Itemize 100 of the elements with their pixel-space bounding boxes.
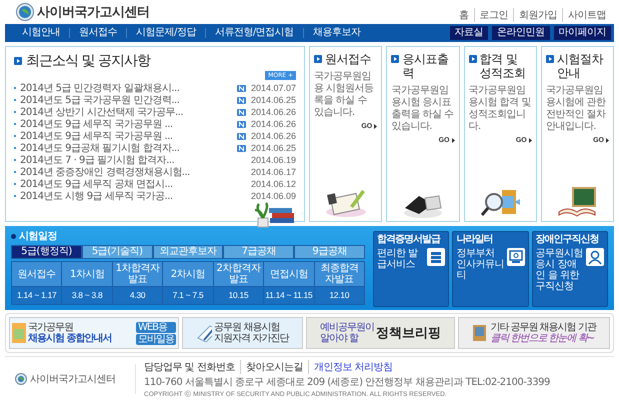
service-description: 정부부처 인사커뮤니티 (456, 248, 505, 281)
news-link[interactable]: 2014년도 9급 세무직 공채 면접시... (20, 177, 233, 191)
news-date: 2014.06.09 (250, 191, 296, 201)
news-date: 2014.06.25 (250, 143, 296, 153)
news-date: 2014.06.26 (250, 107, 296, 117)
top-link[interactable]: 회원가입 (513, 8, 562, 22)
service-card[interactable]: 나라일터 정부부처 인사커뮤니티 (452, 231, 529, 307)
footer-logo-text: 사이버국가고시센터 (30, 373, 116, 386)
banner[interactable]: 국가공무원 채용시험 종합안내서 WEB용 모바일용 (9, 317, 179, 349)
news-date: 2014.06.12 (250, 179, 296, 189)
table-cell: 1.14 ~ 1.17 (12, 286, 62, 304)
footer-address: 110-760 서울특별시 종로구 세종대로 209 (세종로) 안전행정부 채용관리과 TEL:02-2100-3399 (144, 376, 550, 388)
banner-subtext: 클릭 한번으로 한눈에 확~ (490, 333, 596, 344)
footer-link[interactable]: 찾아오시는길 (240, 360, 308, 374)
square-bullet-icon (468, 55, 476, 63)
banner-text: 공무원 채용시험 (214, 322, 280, 333)
table-cell: 10.15 (213, 286, 264, 304)
card-description: 국가공무원임용시험 응시표 출력을 하실 수 있습니다. (391, 85, 454, 133)
table-cell: 4.30 (112, 286, 163, 304)
top-link[interactable]: 로그인 (474, 8, 513, 22)
service-card[interactable]: 합격증명서발급 편리한 발급서비스 (373, 231, 450, 307)
bullet-icon (11, 234, 16, 238)
banner-text: 알아야 할 (320, 333, 360, 344)
column-header: 1차시험 (62, 262, 112, 286)
nav-item[interactable]: 채용후보자 (302, 28, 370, 38)
news-link[interactable]: 2014년도 7 · 9급 필기시험 합격자... (20, 153, 233, 167)
nav-item[interactable]: 시험안내 (13, 28, 69, 38)
table-cell: 11.14 ~ 11.15 (264, 286, 314, 304)
panel-title: 최근소식 및 공지사항 (26, 52, 150, 70)
news-link[interactable]: 2014년도 9급공채 필기시험 합격자... (20, 141, 233, 155)
banner-text: 지원자격 자가진단 (214, 333, 288, 344)
nav-button[interactable]: 온라인민원 (492, 26, 550, 40)
square-bullet-icon (546, 55, 554, 63)
booklet-drawing (12, 323, 26, 343)
picture-folder-drawing (472, 323, 488, 343)
card-title[interactable]: 합격 및 성적조회 (480, 52, 532, 80)
square-bullet-icon (14, 57, 22, 65)
table-cell: 7.1 ~ 7.5 (162, 286, 214, 304)
service-title: 합격증명서발급 (377, 234, 442, 246)
footer-link[interactable]: 담당업무 및 전화번호 (144, 360, 240, 374)
arrow-icon (528, 138, 532, 143)
arrow-icon (606, 138, 609, 143)
card-description: 국가공무원임용시험에 관한 전반적인 절차안내입니다. (546, 85, 607, 133)
nav-item[interactable]: 서류전형/면접시험 (204, 28, 303, 38)
news-link[interactable]: 2014년 중증장애인 경력경쟁채용시험... (20, 165, 233, 179)
book-stack-icon (427, 248, 446, 266)
square-bullet-icon (314, 55, 322, 63)
card-title[interactable]: 원서접수 (325, 52, 371, 66)
news-date: 2014.06.26 (250, 119, 296, 129)
news-link[interactable]: 2014년 5급 민간경력자 일괄채용시... (20, 81, 233, 95)
service-description: 편리한 발급서비스 (377, 248, 419, 270)
banner-text: 예비공무원이 (320, 322, 374, 333)
banner-button[interactable]: WEB용 (136, 322, 176, 332)
banner[interactable]: 기타 공무원 채용시험 기관 클릭 한번으로 한눈에 확~ (458, 317, 610, 349)
section-label: 시험일정 (19, 230, 57, 243)
banner-text: 채용시험 종합안내서 (28, 333, 112, 344)
column-header: 원서접수 (12, 262, 62, 286)
site-logo-text[interactable]: 사이버국가고시센터 (37, 3, 150, 21)
news-link[interactable]: 2014년도 5급 국가공무원 민간경력... (20, 93, 233, 107)
card-description: 국가공무원임용시험 합격 및 성적조회입니다. (468, 85, 532, 133)
person-icon (586, 248, 604, 266)
nav-item[interactable]: 시험문제/정답 (126, 28, 205, 38)
service-title: 장애인구직신청 (536, 234, 600, 246)
column-header: 면접시험 (264, 262, 314, 286)
news-link[interactable]: 2014년도 9급 세무직 국가공무원 ... (20, 129, 233, 143)
schedule-tab[interactable]: 5급(행정직) (11, 245, 82, 259)
card-title[interactable]: 시험절차안내 (556, 52, 609, 80)
footer-link[interactable]: 개인정보 처리방침 (308, 360, 398, 374)
service-card[interactable]: 장애인구직신청 공무원시험 응시 장애인 을 위한 구직신청 (532, 231, 608, 307)
column-header: 2차합격자발표 (213, 262, 264, 286)
news-link[interactable]: 2014년도 9급 세무직 국가공무원 ... (20, 117, 233, 131)
news-date: 2014.06.19 (250, 155, 296, 165)
nav-button[interactable]: 마이페이지 (554, 26, 611, 40)
banner-text: 국가공무원 (28, 322, 74, 333)
column-header: 1차합격자발표 (112, 262, 163, 286)
news-date: 2014.06.17 (250, 167, 296, 177)
card-title[interactable]: 응시표출력 (402, 52, 454, 80)
column-header: 2차시험 (162, 262, 214, 286)
arrow-icon (452, 138, 454, 143)
monitor-icon (506, 248, 525, 266)
banner-text: 기타 공무원 채용시험 기관 (490, 322, 596, 333)
news-date: 2014.06.25 (250, 95, 296, 105)
card-description: 국가공무원임용 시험원서등록을 하실 수 있습니다. (314, 71, 375, 119)
nav-button[interactable]: 자료실 (450, 26, 488, 40)
banner-button[interactable]: 모바일용 (136, 334, 176, 344)
service-title: 나라일터 (456, 234, 494, 246)
column-header: 최종합격자발표 (314, 262, 364, 286)
news-link[interactable]: 2014년도 시행 9급 세무직 국가공... (20, 189, 233, 203)
square-bullet-icon (391, 55, 400, 63)
nav-item[interactable]: 원서접수 (69, 28, 126, 38)
arrow-icon (374, 124, 378, 129)
document-pen-drawing (196, 324, 212, 342)
top-link[interactable]: 홈 (454, 8, 474, 22)
banner[interactable]: 공무원 채용시험 지원자격 자가진단 (182, 317, 303, 349)
news-link[interactable]: 2014년 상반기 시간선택제 국가공무... (20, 105, 233, 119)
table-cell: 12.10 (314, 286, 364, 304)
globe-emblem-icon (16, 3, 34, 21)
table-cell: 3.8 ~ 3.8 (62, 286, 112, 304)
service-description: 공무원시험 응시 장애인 을 위한 구직신청 (536, 248, 584, 292)
top-link[interactable]: 사이트맵 (562, 8, 611, 22)
